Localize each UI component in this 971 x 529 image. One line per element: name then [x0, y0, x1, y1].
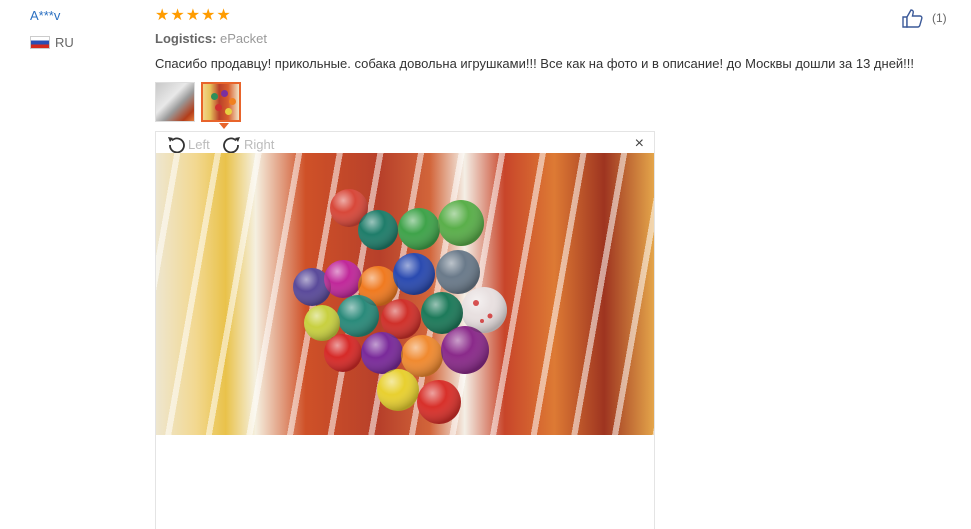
photo-thumbnail-active[interactable]: [201, 82, 241, 122]
rotate-left-button[interactable]: Left: [166, 134, 210, 154]
photo-thumbnail[interactable]: [155, 82, 195, 122]
russia-flag-icon: [30, 36, 50, 49]
review-text: Спасибо продавцу! прикольные. собака дов…: [155, 56, 915, 71]
star-icon: ★: [185, 7, 201, 24]
helpful-count: (1): [932, 11, 947, 25]
helpful-vote[interactable]: (1): [902, 8, 947, 28]
thumbs-up-icon[interactable]: [902, 8, 924, 28]
photo-balls-illustration: [293, 189, 507, 424]
country-code: RU: [55, 35, 74, 50]
close-icon[interactable]: ×: [635, 136, 644, 152]
reviewer-name[interactable]: A***v: [30, 8, 60, 23]
logistics-value: ePacket: [220, 31, 268, 46]
photo-viewer: Left Right ×: [155, 131, 655, 529]
star-icon: ★: [170, 7, 185, 24]
reviewer-country: RU: [30, 35, 74, 50]
ball-shading: [293, 189, 507, 424]
rotate-right-icon: [223, 137, 240, 154]
rotate-left-icon: [168, 137, 185, 154]
star-icon: ★: [216, 7, 231, 24]
rotate-right-button[interactable]: Right: [222, 134, 274, 154]
review-photo-thumbnails: [155, 82, 241, 122]
active-thumbnail-pointer: [219, 123, 229, 129]
rotate-right-label: Right: [244, 136, 275, 152]
star-icon: ★: [201, 7, 216, 24]
logistics-info: Logistics: ePacket: [155, 31, 267, 46]
star-icon: ★: [155, 7, 170, 24]
review-photo-large: [156, 153, 654, 435]
star-rating: ★ ★ ★ ★ ★: [155, 8, 231, 24]
rotate-left-label: Left: [188, 136, 210, 152]
logistics-label: Logistics:: [155, 31, 217, 46]
reviewer: A***v: [30, 8, 60, 23]
